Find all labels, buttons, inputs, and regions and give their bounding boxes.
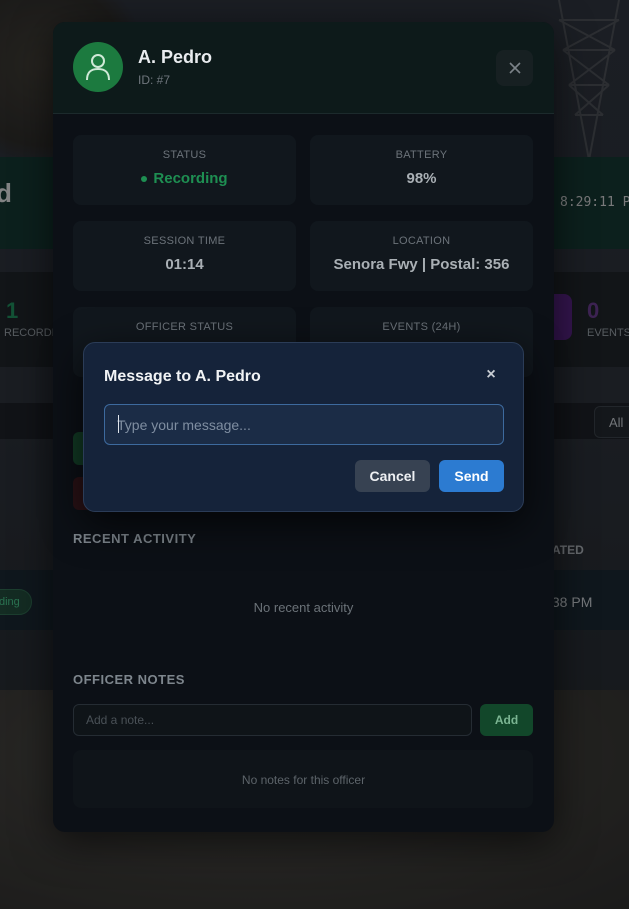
status-card: STATUS Recording bbox=[73, 135, 296, 205]
officer-name: A. Pedro bbox=[138, 47, 213, 67]
cancel-button[interactable]: Cancel bbox=[355, 460, 430, 492]
recent-activity-title: RECENT ACTIVITY bbox=[73, 531, 197, 546]
message-input[interactable] bbox=[104, 404, 504, 445]
modal-close-button[interactable]: × bbox=[481, 363, 501, 387]
battery-label: BATTERY bbox=[395, 149, 448, 161]
location-label: LOCATION bbox=[392, 235, 451, 247]
status-value-wrap: Recording bbox=[73, 170, 296, 187]
panel-close-button[interactable] bbox=[496, 50, 533, 86]
officer-notes-title: OFFICER NOTES bbox=[73, 672, 185, 687]
officer-status-label: OFFICER STATUS bbox=[135, 321, 234, 333]
session-time-value: 01:14 bbox=[165, 256, 204, 273]
status-value: Recording bbox=[153, 170, 228, 187]
avatar bbox=[73, 42, 123, 92]
notes-empty: No notes for this officer bbox=[241, 773, 366, 787]
battery-value: 98% bbox=[406, 170, 437, 187]
modal-title: Message to A. Pedro bbox=[104, 368, 261, 385]
events-label: EVENTS (24H) bbox=[382, 321, 461, 333]
add-note-button[interactable]: Add bbox=[480, 704, 533, 736]
close-icon bbox=[508, 62, 521, 74]
recent-activity-empty: No recent activity bbox=[253, 600, 354, 615]
location-card: LOCATION Senora Fwy | Postal: 356 bbox=[310, 221, 533, 291]
status-dot-icon bbox=[141, 176, 148, 183]
session-time-card: SESSION TIME 01:14 bbox=[73, 221, 296, 291]
status-label: STATUS bbox=[162, 149, 207, 161]
message-modal: Message to A. Pedro × Cancel Send bbox=[83, 342, 524, 512]
note-input[interactable] bbox=[73, 704, 472, 736]
battery-card: BATTERY 98% bbox=[310, 135, 533, 205]
location-value: Senora Fwy | Postal: 356 bbox=[333, 256, 510, 273]
panel-header bbox=[53, 22, 554, 114]
session-time-label: SESSION TIME bbox=[143, 235, 226, 247]
officer-id: ID: #7 bbox=[138, 73, 171, 87]
send-button[interactable]: Send bbox=[439, 460, 504, 492]
user-icon bbox=[86, 54, 110, 81]
text-caret bbox=[118, 415, 119, 433]
